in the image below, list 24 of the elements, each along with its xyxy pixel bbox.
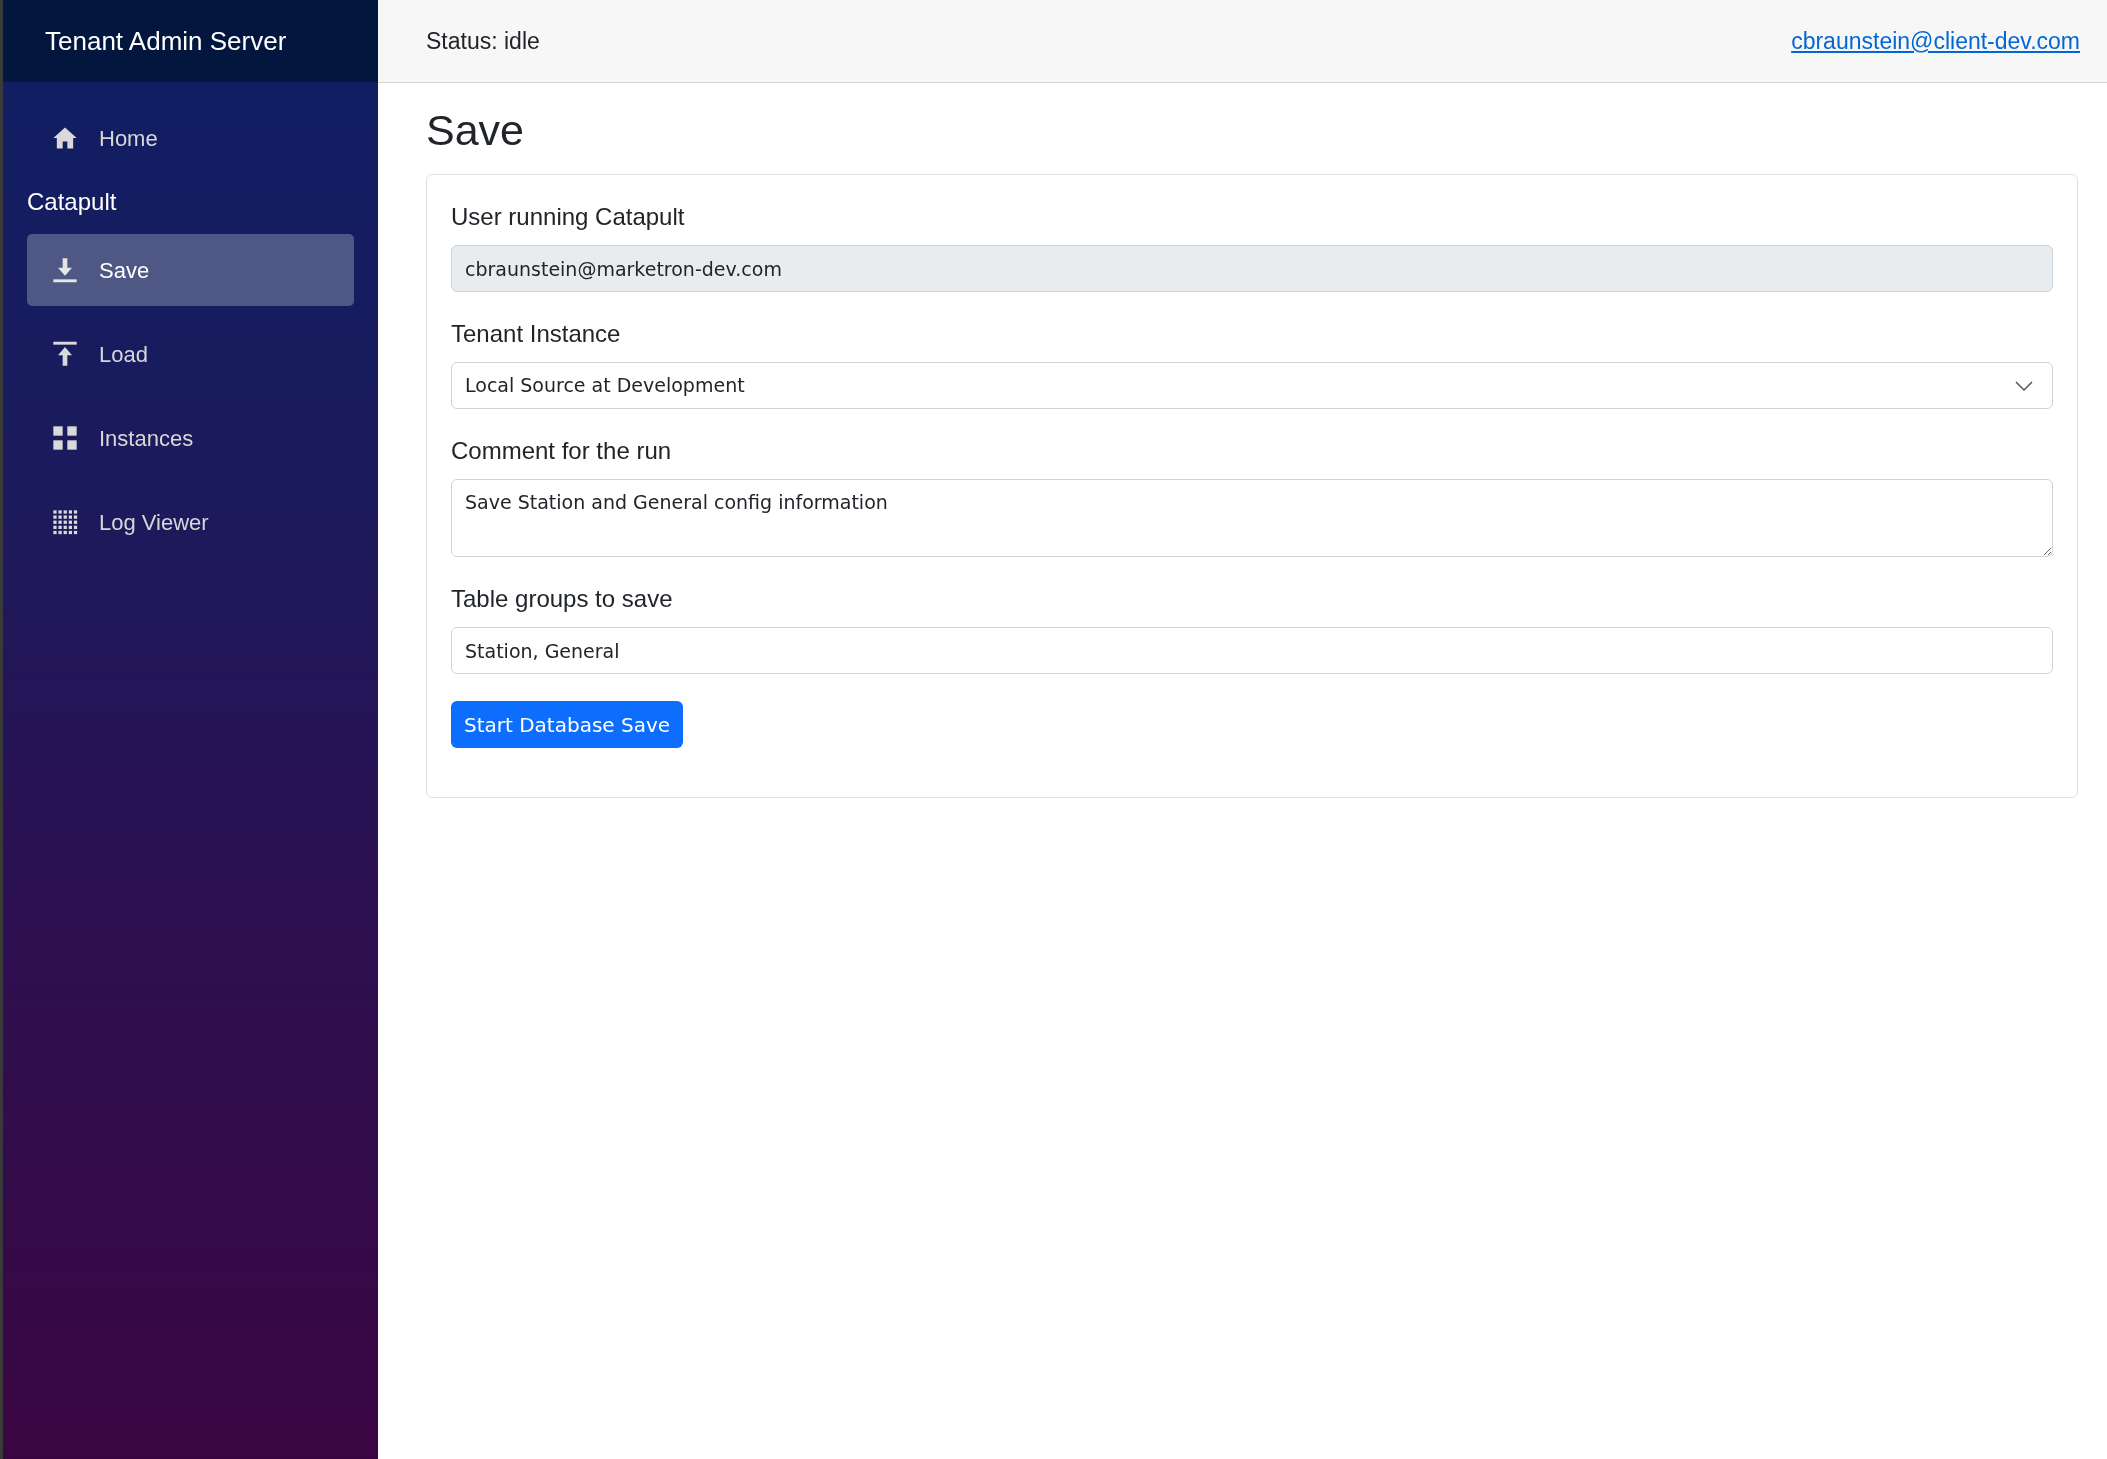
table-groups-field[interactable]: Station, General [451,627,2053,674]
grid-icon [51,424,79,452]
app-title: Tenant Admin Server [45,24,287,58]
chevron-down-icon [2015,380,2033,391]
field-label: Comment for the run [451,439,673,463]
user-field[interactable]: cbraunstein@marketron-dev.com [451,245,2053,292]
page-title: Save [426,109,525,152]
nav-item[interactable]: Load [27,318,354,390]
download-icon [51,256,79,284]
comment-field[interactable]: Save Station and General config information [451,479,2053,557]
user-link[interactable]: cbraunstein@client-dev.com [1791,23,2080,59]
upload-icon [51,340,79,368]
start-save-button[interactable]: Start Database Save [451,701,684,748]
tenant-select[interactable]: Local Source at Development [451,362,2053,409]
status-text: Status: idle [426,26,540,56]
field-label: User running Catapult [451,205,686,229]
nav-item[interactable]: Save [27,234,354,306]
nav-item[interactable]: Instances [27,402,354,474]
section-heading: Catapult [27,187,118,217]
dot-grid-icon [51,508,79,536]
field-label: Table groups to save [451,587,674,611]
nav-item[interactable]: Log Viewer [27,486,354,558]
field-label: Tenant Instance [451,322,622,346]
nav-item[interactable]: Home [27,102,354,174]
